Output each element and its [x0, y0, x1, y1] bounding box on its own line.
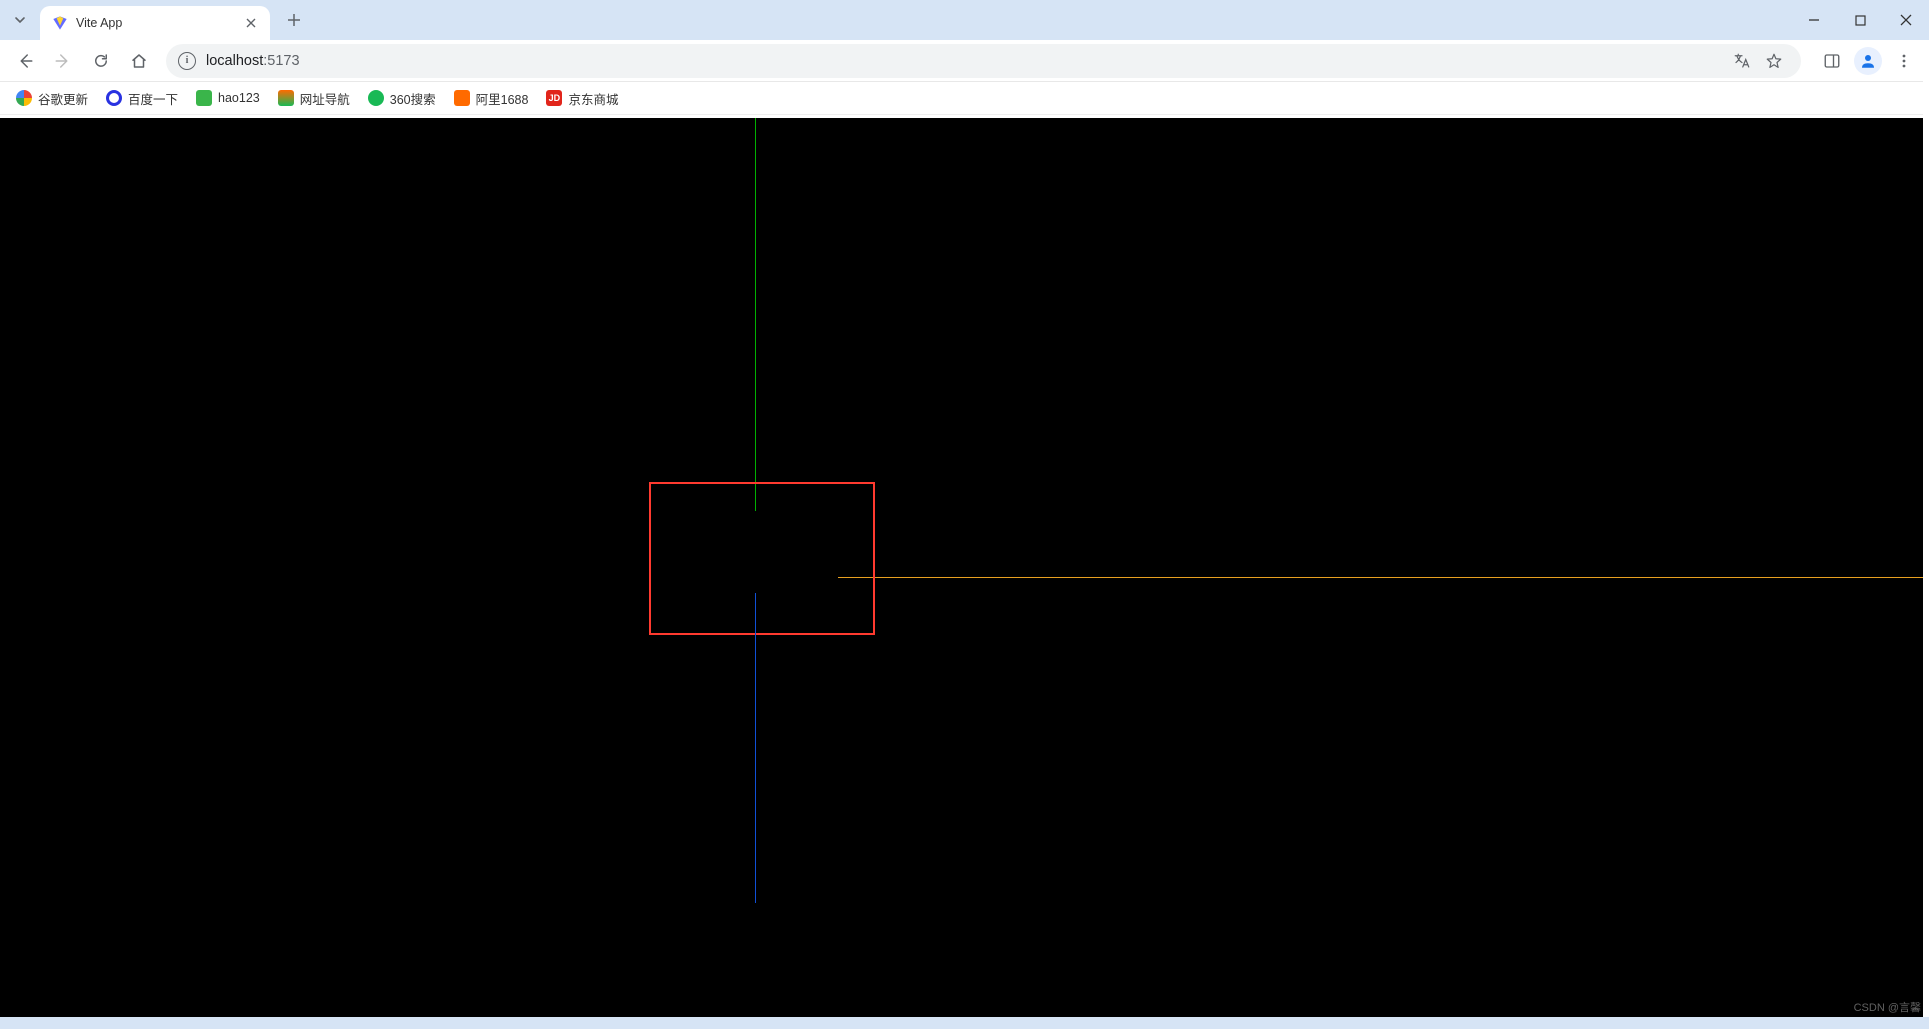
chevron-down-icon: [14, 14, 26, 26]
bookmark-label: 谷歌更新: [38, 89, 88, 108]
tab-search-button[interactable]: [8, 8, 32, 32]
1688-icon: [454, 90, 470, 106]
star-icon: [1765, 52, 1783, 70]
bottom-bar: [0, 1017, 1929, 1029]
translate-icon: [1733, 52, 1751, 70]
bookmark-label: 京东商城: [568, 89, 618, 108]
side-panel-icon: [1823, 52, 1841, 70]
baidu-icon: [106, 90, 122, 106]
profile-button[interactable]: [1851, 44, 1885, 78]
y-negative-axis-segment: [755, 604, 756, 635]
watermark-text: CSDN @言馨: [1854, 999, 1921, 1015]
tab-title: Vite App: [76, 16, 242, 30]
bookmark-label: hao123: [218, 91, 260, 105]
address-bar[interactable]: i localhost:5173: [166, 44, 1801, 78]
avatar: [1854, 47, 1882, 75]
side-panel-button[interactable]: [1815, 44, 1849, 78]
translate-button[interactable]: [1727, 46, 1757, 76]
window-maximize-button[interactable]: [1837, 0, 1883, 40]
person-icon: [1859, 52, 1877, 70]
forward-button[interactable]: [46, 44, 80, 78]
bookmark-button[interactable]: [1759, 46, 1789, 76]
home-button[interactable]: [122, 44, 156, 78]
window-controls: [1791, 0, 1929, 40]
close-icon: [246, 18, 256, 28]
y-positive-axis: [755, 118, 756, 483]
browser-titlebar: Vite App: [0, 0, 1929, 40]
kebab-icon: [1896, 53, 1912, 69]
hao123-icon: [196, 90, 212, 106]
reload-icon: [92, 52, 110, 70]
back-button[interactable]: [8, 44, 42, 78]
menu-button[interactable]: [1887, 44, 1921, 78]
site-info-icon[interactable]: i: [178, 52, 196, 70]
chrome-icon: [16, 90, 32, 106]
browser-tab[interactable]: Vite App: [40, 6, 270, 40]
x-positive-axis: [838, 577, 1929, 578]
plus-icon: [287, 13, 301, 27]
bookmark-item[interactable]: 阿里1688: [446, 85, 537, 112]
new-tab-button[interactable]: [280, 6, 308, 34]
url-host: localhost: [206, 53, 263, 69]
vite-favicon-icon: [52, 15, 68, 31]
window-minimize-button[interactable]: [1791, 0, 1837, 40]
minimize-icon: [1808, 14, 1820, 26]
bookmark-item[interactable]: 谷歌更新: [8, 85, 96, 112]
scrollbar-track[interactable]: [1923, 40, 1929, 1017]
arrow-left-icon: [16, 52, 34, 70]
tab-close-button[interactable]: [242, 14, 260, 32]
url-text: localhost:5173: [206, 53, 1727, 69]
360-icon: [368, 90, 384, 106]
bookmark-item[interactable]: hao123: [188, 86, 268, 110]
close-icon: [1900, 14, 1912, 26]
reload-button[interactable]: [84, 44, 118, 78]
url-port: :5173: [263, 53, 299, 69]
arrow-right-icon: [54, 52, 72, 70]
bookmark-item[interactable]: 网址导航: [270, 85, 358, 112]
bookmarks-bar: 谷歌更新 百度一下 hao123 网址导航 360搜索 阿里1688 JD 京东…: [0, 82, 1929, 115]
bookmark-label: 360搜索: [390, 89, 436, 108]
bookmark-label: 阿里1688: [476, 89, 529, 108]
bookmark-item[interactable]: 百度一下: [98, 85, 186, 112]
bookmark-item[interactable]: JD 京东商城: [538, 85, 626, 112]
bookmark-label: 百度一下: [128, 89, 178, 108]
jd-icon: JD: [546, 90, 562, 106]
bookmark-label: 网址导航: [300, 89, 350, 108]
home-icon: [130, 52, 148, 70]
maximize-icon: [1855, 15, 1866, 26]
y-negative-axis: [755, 593, 756, 903]
browser-toolbar: i localhost:5173: [0, 40, 1929, 82]
window-close-button[interactable]: [1883, 0, 1929, 40]
bookmark-item[interactable]: 360搜索: [360, 85, 444, 112]
3d-viewport[interactable]: [0, 118, 1929, 1017]
camera-helper-rect: [649, 482, 875, 635]
nav-icon: [278, 90, 294, 106]
